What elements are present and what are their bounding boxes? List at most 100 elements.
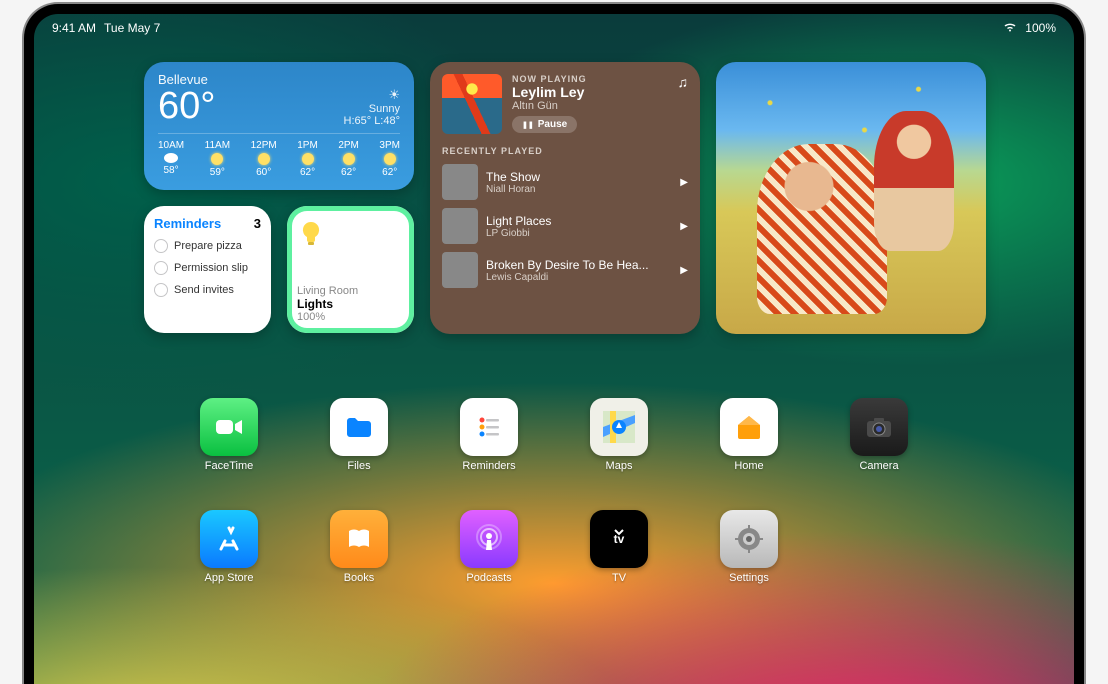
track-artist: Niall Horan — [486, 184, 672, 195]
radio-circle-icon[interactable] — [154, 239, 168, 253]
reminders-icon — [460, 398, 518, 456]
hour-temp: 58° — [164, 165, 179, 176]
app-label: Maps — [606, 460, 633, 472]
radio-circle-icon[interactable] — [154, 261, 168, 275]
home-screen[interactable]: 9:41 AM Tue May 7 100% Bellevue 60° ☀︎ S… — [34, 14, 1074, 684]
reminders-count: 3 — [254, 216, 261, 231]
photo-content — [716, 62, 986, 334]
weather-location: Bellevue — [158, 72, 400, 87]
reminder-item[interactable]: Permission slip — [154, 261, 261, 275]
app-podcasts[interactable]: Podcasts — [424, 510, 554, 584]
hour-label: 3PM — [379, 140, 400, 151]
app-label: TV — [612, 572, 626, 584]
sun-icon — [343, 153, 355, 165]
app-reminders[interactable]: Reminders — [424, 398, 554, 472]
sun-icon — [384, 153, 396, 165]
podcasts-icon — [460, 510, 518, 568]
pause-button[interactable]: Pause — [512, 116, 577, 133]
play-icon[interactable]: ▶ — [680, 265, 688, 276]
photos-widget[interactable] — [716, 62, 986, 334]
app-grid: FaceTime Files Reminders Maps Home Camer… — [34, 398, 1074, 584]
reminder-text: Permission slip — [174, 262, 248, 274]
now-playing-title: Leylim Ley — [512, 84, 668, 100]
weather-condition: Sunny — [344, 103, 401, 115]
hour-temp: 62° — [341, 167, 356, 178]
hour-temp: 62° — [300, 167, 315, 178]
app-files[interactable]: Files — [294, 398, 424, 472]
weather-hourly: 10AM58° 11AM59° 12PM60° 1PM62° 2PM62° 3P… — [158, 133, 400, 178]
status-bar: 9:41 AM Tue May 7 100% — [34, 14, 1074, 38]
hour-label: 11AM — [205, 140, 230, 151]
app-label: Camera — [859, 460, 898, 472]
tv-icon: tv — [590, 510, 648, 568]
reminders-widget[interactable]: Reminders 3 Prepare pizza Permission slip… — [144, 206, 271, 333]
app-books[interactable]: Books — [294, 510, 424, 584]
app-settings[interactable]: Settings — [684, 510, 814, 584]
hour-temp: 62° — [382, 167, 397, 178]
app-label: Files — [347, 460, 370, 472]
status-date: Tue May 7 — [104, 21, 160, 35]
appstore-icon — [200, 510, 258, 568]
app-label: Reminders — [462, 460, 515, 472]
radio-circle-icon[interactable] — [154, 283, 168, 297]
settings-icon — [720, 510, 778, 568]
track-title: Light Places — [486, 214, 672, 228]
reminder-text: Send invites — [174, 284, 234, 296]
weather-temp: 60° — [158, 87, 215, 125]
play-icon[interactable]: ▶ — [680, 221, 688, 232]
track-artist: LP Giobbi — [486, 228, 672, 239]
album-art — [442, 74, 502, 134]
app-facetime[interactable]: FaceTime — [164, 398, 294, 472]
app-label: Books — [344, 572, 375, 584]
app-label: Home — [734, 460, 763, 472]
hour-temp: 59° — [210, 167, 225, 178]
track-row[interactable]: Broken By Desire To Be Hea...Lewis Capal… — [442, 252, 688, 288]
app-label: App Store — [205, 572, 254, 584]
app-label: FaceTime — [205, 460, 254, 472]
track-row[interactable]: The ShowNiall Horan ▶ — [442, 164, 688, 200]
camera-icon — [850, 398, 908, 456]
app-maps[interactable]: Maps — [554, 398, 684, 472]
weather-hilo: H:65° L:48° — [344, 115, 401, 127]
track-artist: Lewis Capaldi — [486, 272, 672, 283]
reminder-item[interactable]: Prepare pizza — [154, 239, 261, 253]
status-time: 9:41 AM — [52, 21, 96, 35]
track-art — [442, 164, 478, 200]
ipad-device-frame: 9:41 AM Tue May 7 100% Bellevue 60° ☀︎ S… — [24, 4, 1084, 684]
maps-icon — [590, 398, 648, 456]
app-label: Settings — [729, 572, 769, 584]
now-playing-label: NOW PLAYING — [512, 74, 668, 84]
home-lights-widget[interactable]: Living Room Lights 100% — [287, 206, 414, 333]
reminder-text: Prepare pizza — [174, 240, 242, 252]
app-camera[interactable]: Camera — [814, 398, 944, 472]
home-level: 100% — [297, 311, 404, 323]
sun-icon — [211, 153, 223, 165]
hour-label: 1PM — [297, 140, 318, 151]
recently-played-label: RECENTLY PLAYED — [442, 146, 688, 156]
track-title: Broken By Desire To Be Hea... — [486, 258, 672, 272]
now-playing-artist: Altın Gün — [512, 100, 668, 112]
reminder-item[interactable]: Send invites — [154, 283, 261, 297]
hour-label: 2PM — [338, 140, 359, 151]
sun-icon — [302, 153, 314, 165]
play-icon[interactable]: ▶ — [680, 177, 688, 188]
app-home[interactable]: Home — [684, 398, 814, 472]
home-icon — [720, 398, 778, 456]
home-room: Living Room — [297, 285, 404, 297]
track-row[interactable]: Light PlacesLP Giobbi ▶ — [442, 208, 688, 244]
books-icon — [330, 510, 388, 568]
reminders-title: Reminders — [154, 216, 221, 231]
app-appstore[interactable]: App Store — [164, 510, 294, 584]
files-icon — [330, 398, 388, 456]
hour-label: 10AM — [158, 140, 184, 151]
weather-widget[interactable]: Bellevue 60° ☀︎ Sunny H:65° L:48° 10AM58… — [144, 62, 414, 190]
cloud-icon — [164, 153, 178, 163]
wifi-icon — [1003, 21, 1017, 35]
app-tv[interactable]: tv TV — [554, 510, 684, 584]
status-battery: 100% — [1025, 21, 1056, 35]
track-art — [442, 208, 478, 244]
sun-icon — [258, 153, 270, 165]
track-title: The Show — [486, 170, 672, 184]
music-widget[interactable]: NOW PLAYING Leylim Ley Altın Gün Pause ♫… — [430, 62, 700, 334]
app-label: Podcasts — [466, 572, 511, 584]
